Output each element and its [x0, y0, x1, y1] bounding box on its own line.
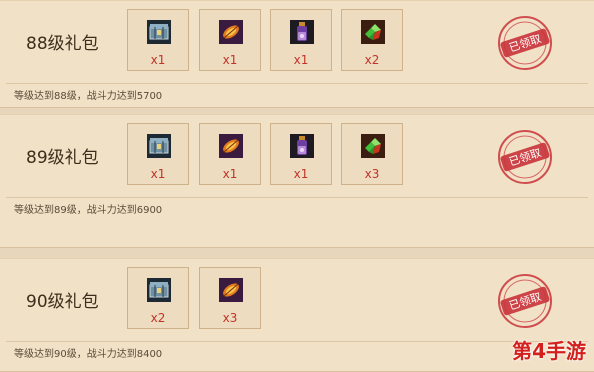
reward-item-slot[interactable]: x1	[199, 123, 261, 185]
reward-item-slot[interactable]: x1	[127, 9, 189, 71]
item-count: x1	[293, 53, 309, 67]
item-count: x3	[364, 167, 380, 181]
gift-pack-title: 88级礼包	[26, 34, 99, 54]
item-count: x1	[150, 167, 166, 181]
flame-feather-icon	[219, 20, 243, 44]
gift-pack-panel: 90级礼包 x2 x3 已领取等级达到90级，战斗力达到8400	[0, 258, 594, 372]
green-gem-icon	[361, 20, 385, 44]
item-count: x2	[150, 311, 166, 325]
reward-item-slot[interactable]: x1	[270, 9, 332, 71]
gift-pack-panel: 89级礼包 x1 x1 x1 x3 已领取等级达到89级，战斗力达到6900	[0, 114, 594, 248]
item-count: x3	[222, 311, 238, 325]
reward-item-slot[interactable]: x1	[270, 123, 332, 185]
flame-feather-icon	[219, 134, 243, 158]
claimed-stamp: 已领取	[498, 130, 552, 184]
reward-item-slot[interactable]: x3	[199, 267, 261, 329]
item-count: x1	[293, 167, 309, 181]
gift-pack-title: 89级礼包	[26, 148, 99, 168]
potion-bottle-icon	[290, 20, 314, 44]
item-count: x1	[150, 53, 166, 67]
claimed-stamp: 已领取	[498, 16, 552, 70]
reward-item-slot[interactable]: x3	[341, 123, 403, 185]
gift-requirement: 等级达到89级，战斗力达到6900	[14, 205, 163, 216]
chest-icon	[147, 134, 171, 158]
gift-pack-title: 90级礼包	[26, 292, 99, 312]
item-count: x1	[222, 53, 238, 67]
potion-bottle-icon	[290, 134, 314, 158]
item-count: x2	[364, 53, 380, 67]
green-gem-icon	[361, 134, 385, 158]
chest-icon	[147, 20, 171, 44]
reward-item-slot[interactable]: x2	[127, 267, 189, 329]
reward-item-slot[interactable]: x1	[199, 9, 261, 71]
reward-item-slot[interactable]: x1	[127, 123, 189, 185]
chest-icon	[147, 278, 171, 302]
site-watermark: 第4手游	[512, 339, 586, 363]
gift-requirement: 等级达到90级，战斗力达到8400	[14, 349, 163, 360]
gift-pack-panel: 88级礼包 x1 x1 x1 x2 已领取等级达到88级，战斗力达到5700	[0, 0, 594, 108]
claimed-stamp: 已领取	[498, 274, 552, 328]
reward-item-slot[interactable]: x2	[341, 9, 403, 71]
gift-requirement: 等级达到88级，战斗力达到5700	[14, 91, 163, 102]
flame-feather-icon	[219, 278, 243, 302]
item-count: x1	[222, 167, 238, 181]
